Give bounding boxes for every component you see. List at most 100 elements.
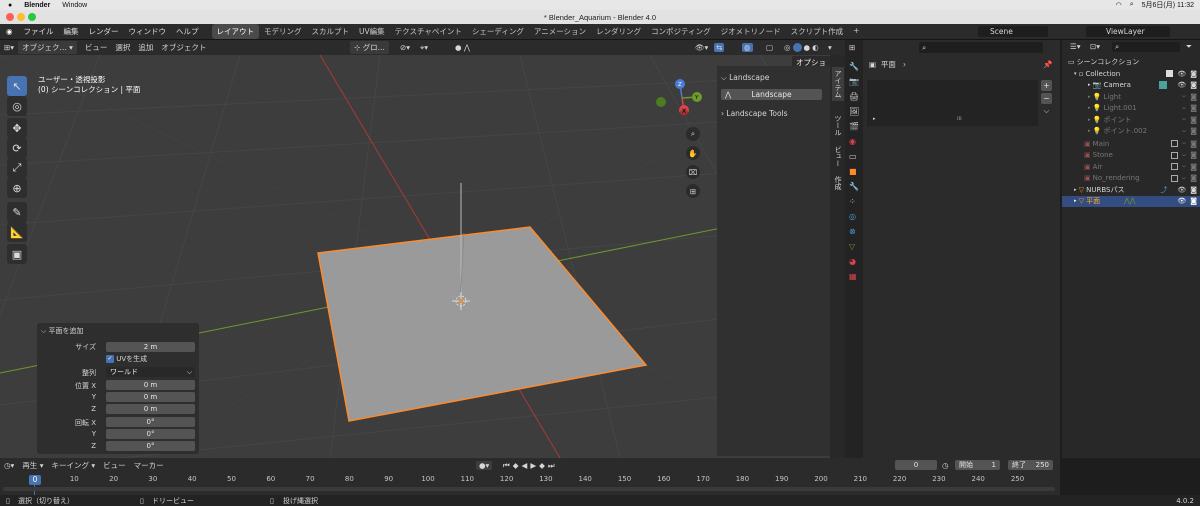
outliner-item-point002[interactable]: ▸ 💡 ポイント.002 ⌣ ◙ bbox=[1062, 126, 1200, 138]
expand-icon[interactable]: ▸ bbox=[873, 116, 876, 122]
render-props-icon[interactable]: 📷 bbox=[849, 77, 859, 86]
properties-list[interactable]: ▸ ⁞⁞⁞ bbox=[867, 80, 1038, 126]
tab-tool[interactable]: ツール bbox=[832, 112, 844, 139]
frame-ruler[interactable]: 0 10 20 30 40 50 60 70 80 90 100 110 120 130 140 150 160… bbox=[0, 475, 1060, 487]
operator-panel-header[interactable]: ⌵ 平面を追加 bbox=[41, 326, 84, 336]
tab-view[interactable]: ビュー bbox=[832, 143, 844, 170]
eye-closed-icon[interactable]: ⌣ bbox=[1182, 115, 1187, 124]
camera-render-icon[interactable]: ◙ bbox=[1190, 174, 1197, 182]
timeline-scrollbar[interactable] bbox=[3, 487, 1055, 491]
eye-closed-icon[interactable]: ⌣ bbox=[1182, 162, 1187, 171]
vp-menu-add[interactable]: 追加 bbox=[134, 42, 157, 53]
zoom-window-button[interactable] bbox=[28, 13, 36, 21]
outliner-type-icon[interactable]: ☰▾ bbox=[1070, 42, 1081, 51]
rotation-z-field[interactable]: 0° bbox=[106, 441, 195, 451]
cursor-tool[interactable]: ◎ bbox=[7, 96, 27, 116]
outliner-scene-collection[interactable]: ▭ シーンコレクション bbox=[1062, 56, 1200, 68]
camera-render-icon[interactable]: ◙ bbox=[1190, 127, 1197, 135]
output-props-icon[interactable]: 🖨 bbox=[849, 92, 859, 101]
landscape-section-header[interactable]: ⌵ Landscape bbox=[721, 73, 769, 83]
tab-sculpt[interactable]: スカルプト bbox=[307, 24, 355, 39]
physics-props-icon[interactable]: ◎ bbox=[849, 212, 859, 221]
menu-file[interactable]: ファイル bbox=[19, 26, 59, 37]
checkbox-icon[interactable] bbox=[1166, 70, 1174, 78]
eye-icon[interactable]: 👁 bbox=[1177, 197, 1186, 205]
camera-render-icon[interactable]: ◙ bbox=[1190, 151, 1197, 159]
tab-scripting[interactable]: スクリプト作成 bbox=[786, 24, 849, 39]
annotate-tool[interactable]: ✎ bbox=[7, 202, 27, 222]
generate-uv-checkbox[interactable]: ✓ UVを生成 bbox=[106, 354, 147, 364]
next-keyframe-icon[interactable]: ◆ bbox=[539, 461, 545, 471]
clock-editor-icon[interactable]: ◷▾ bbox=[0, 461, 18, 470]
tab-geometry-nodes[interactable]: ジオメトリノード bbox=[716, 24, 786, 39]
menu-help[interactable]: ヘルプ bbox=[171, 26, 204, 37]
tab-layout[interactable]: レイアウト bbox=[211, 24, 260, 39]
remove-slot-button[interactable]: − bbox=[1041, 93, 1052, 104]
menu-edit[interactable]: 編集 bbox=[59, 26, 84, 37]
filter-icon[interactable]: ⏷ bbox=[1186, 42, 1192, 52]
rendered-shading-icon[interactable]: ◐ bbox=[812, 43, 819, 52]
solid-shading-icon[interactable] bbox=[792, 43, 802, 52]
vp-menu-view[interactable]: ビュー bbox=[81, 42, 112, 53]
rotation-x-field[interactable]: 0° bbox=[106, 417, 195, 427]
mac-clock[interactable]: 5月6日(月) 11:32 bbox=[1142, 0, 1194, 10]
properties-search[interactable]: ⌕ bbox=[919, 42, 1043, 53]
visibility-icon[interactable]: 👁▾ bbox=[695, 43, 708, 52]
outliner-item-camera[interactable]: ▸ 📷 Camera 👁 ◙ bbox=[1062, 80, 1200, 92]
scene-selector[interactable]: Scene bbox=[978, 26, 1048, 37]
eye-icon[interactable]: 👁 bbox=[1177, 186, 1186, 194]
location-y-field[interactable]: 0 m bbox=[106, 392, 195, 402]
gizmo-toggle-icon[interactable]: ⇆ bbox=[714, 43, 725, 52]
eye-icon[interactable]: 👁 bbox=[1177, 70, 1186, 78]
record-button[interactable]: ●▾ bbox=[476, 461, 493, 470]
rotation-y-field[interactable]: 0° bbox=[106, 429, 195, 439]
vp-menu-select[interactable]: 選択 bbox=[111, 42, 134, 53]
camera-render-icon[interactable]: ◙ bbox=[1190, 93, 1197, 101]
gizmo-neg-y-icon[interactable] bbox=[656, 97, 666, 107]
chevron-down-icon[interactable]: ⌵ bbox=[1041, 106, 1052, 117]
play-reverse-icon[interactable]: ◀ bbox=[522, 461, 528, 471]
transform-tool[interactable]: ⊕ bbox=[7, 178, 27, 198]
world-props-icon[interactable]: ◉ bbox=[849, 137, 859, 146]
outliner-item-nurbs-path[interactable]: ▸ ▽ NURBSパス ⤴ 👁 ◙ bbox=[1062, 184, 1200, 196]
modifier-props-icon[interactable]: 🔧 bbox=[849, 182, 859, 191]
tab-compositing[interactable]: コンポジティング bbox=[646, 24, 716, 39]
camera-view-icon[interactable]: ⌧ bbox=[686, 165, 700, 179]
prev-keyframe-icon[interactable]: ◆ bbox=[513, 461, 519, 471]
orientation-selector[interactable]: ⊹ グロ... bbox=[350, 41, 389, 54]
object-props-icon[interactable]: ■ bbox=[849, 167, 859, 176]
ortho-grid-icon[interactable]: ⊞ bbox=[686, 184, 700, 198]
camera-render-icon[interactable]: ◙ bbox=[1190, 186, 1197, 194]
camera-render-icon[interactable]: ◙ bbox=[1190, 163, 1197, 171]
eye-closed-icon[interactable]: ⌣ bbox=[1182, 174, 1187, 183]
landscape-tools-section-header[interactable]: › Landscape Tools bbox=[721, 109, 788, 118]
scale-tool[interactable]: ⤢ bbox=[7, 158, 27, 178]
material-props-icon[interactable]: ◕ bbox=[849, 257, 859, 266]
shading-options-icon[interactable]: ▾ bbox=[828, 43, 832, 52]
tab-animation[interactable]: アニメーション bbox=[529, 24, 591, 39]
size-field[interactable]: 2 m bbox=[106, 342, 195, 352]
menu-render[interactable]: レンダー bbox=[84, 26, 124, 37]
search-icon[interactable]: ⌕ bbox=[1130, 1, 1134, 9]
stopwatch-icon[interactable]: ◷ bbox=[942, 461, 949, 470]
current-frame-field[interactable]: 0 bbox=[895, 460, 937, 470]
camera-render-icon[interactable]: ◙ bbox=[1190, 197, 1197, 205]
rotate-tool[interactable]: ⟳ bbox=[7, 138, 27, 158]
outliner-item-no-rendering[interactable]: ▣ No_rendering ⌣ ◙ bbox=[1062, 173, 1200, 185]
display-mode-icon[interactable]: ⊡▾ bbox=[1090, 42, 1100, 51]
checkbox-icon[interactable] bbox=[1170, 174, 1178, 182]
add-cube-tool[interactable]: ▣ bbox=[7, 244, 27, 264]
outliner-item-light001[interactable]: ▸ 💡 Light.001 ⌣ ◙ bbox=[1062, 103, 1200, 115]
tab-uv[interactable]: UV編集 bbox=[354, 24, 390, 39]
hand-pan-icon[interactable]: ✋ bbox=[686, 146, 700, 160]
data-props-icon[interactable]: ▽ bbox=[849, 242, 859, 251]
timeline-menu-view[interactable]: ビュー bbox=[99, 460, 130, 471]
checkbox-icon[interactable] bbox=[1170, 140, 1178, 148]
shading-modes[interactable]: ◎ ● ◐ bbox=[784, 43, 819, 52]
tab-texture-paint[interactable]: テクスチャペイント bbox=[390, 24, 467, 39]
camera-render-icon[interactable]: ◙ bbox=[1190, 140, 1197, 148]
eye-closed-icon[interactable]: ⌣ bbox=[1182, 92, 1187, 101]
add-workspace-icon[interactable]: + bbox=[848, 24, 864, 39]
timeline-menu-keying[interactable]: キーイング ▾ bbox=[47, 460, 99, 471]
outliner-item-air[interactable]: ▣ Air ⌣ ◙ bbox=[1062, 161, 1200, 173]
